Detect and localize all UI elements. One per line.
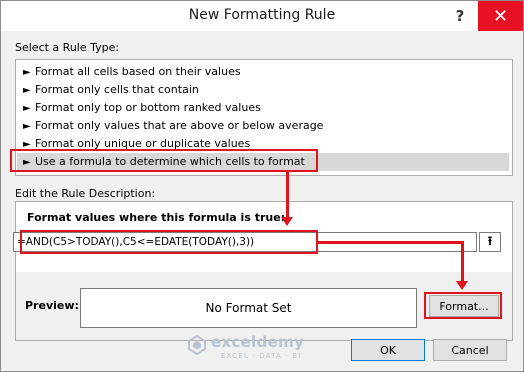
rule-arrow-icon: ► — [23, 121, 31, 132]
format-button-highlight — [424, 292, 502, 319]
rule-type-item[interactable]: ► Format only top or bottom ranked values — [17, 99, 509, 117]
rule-type-item-label: Format only top or bottom ranked values — [35, 101, 261, 114]
rule-type-item[interactable]: ► Format all cells based on their values — [17, 63, 509, 81]
watermark-name: exceldemy — [211, 333, 305, 351]
annotation-arrow-line — [461, 241, 464, 283]
formula-label: Format values where this formula is true… — [27, 211, 286, 224]
rule-type-item-label: Format all cells based on their values — [35, 65, 241, 78]
annotation-arrow-line — [286, 171, 289, 219]
rule-type-item-label: Format only cells that contain — [35, 83, 199, 96]
help-button[interactable]: ? — [442, 1, 478, 31]
rule-type-item[interactable]: ► Format only cells that contain — [17, 81, 509, 99]
rule-arrow-icon: ► — [23, 67, 31, 78]
rule-description-label: Edit the Rule Description: — [15, 187, 156, 200]
ok-button[interactable]: OK — [351, 339, 425, 361]
collapse-arrow-icon: ⭱ — [487, 233, 493, 248]
exceldemy-watermark: exceldemy EXCEL · DATA · BI — [187, 331, 327, 365]
annotation-arrow-head — [456, 281, 468, 290]
preview-label: Preview: — [25, 299, 79, 312]
rule-type-item[interactable]: ► Format only values that are above or be… — [17, 117, 509, 135]
cancel-button[interactable]: Cancel — [433, 339, 507, 361]
preview-box: No Format Set — [80, 288, 417, 328]
collapse-dialog-button[interactable]: ⭱ — [479, 232, 501, 252]
watermark-tagline: EXCEL · DATA · BI — [221, 352, 302, 360]
preview-text: No Format Set — [205, 301, 292, 315]
title-bar: New Formatting Rule ? ✕ — [1, 1, 523, 31]
formula-highlight — [20, 230, 318, 254]
rule-type-label: Select a Rule Type: — [15, 41, 120, 54]
rule-type-item-label: Format only values that are above or bel… — [35, 119, 324, 132]
rule-arrow-icon: ► — [23, 103, 31, 114]
exceldemy-logo-icon — [188, 335, 206, 355]
rule-arrow-icon: ► — [23, 85, 31, 96]
close-icon: ✕ — [492, 5, 509, 27]
annotation-arrow-head — [281, 217, 293, 226]
close-button[interactable]: ✕ — [478, 1, 523, 31]
selected-rule-highlight — [10, 149, 318, 172]
annotation-arrow-line — [318, 241, 464, 244]
